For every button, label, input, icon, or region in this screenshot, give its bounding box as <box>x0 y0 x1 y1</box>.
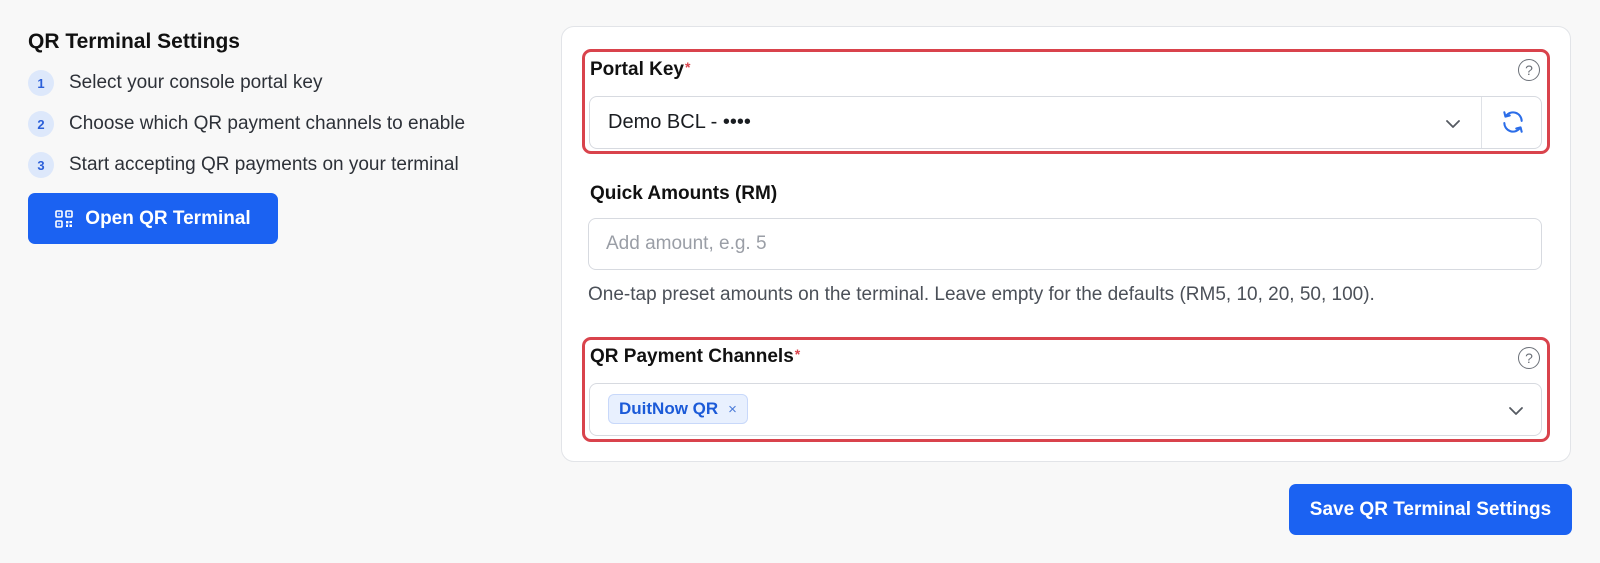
open-qr-terminal-label: Open QR Terminal <box>85 207 251 229</box>
channels-label: QR Payment Channels* <box>590 346 801 367</box>
select-divider <box>1481 97 1482 148</box>
chevron-down-icon <box>1508 403 1524 424</box>
qr-code-icon <box>55 209 74 228</box>
required-marker: * <box>794 346 801 362</box>
step-number-badge: 3 <box>28 152 54 178</box>
refresh-icon[interactable] <box>1500 109 1526 140</box>
step-number-badge: 1 <box>28 70 54 96</box>
step-text: Start accepting QR payments on your term… <box>69 154 459 175</box>
open-qr-terminal-button[interactable]: Open QR Terminal <box>28 193 278 244</box>
portal-key-label: Portal Key* <box>590 59 691 80</box>
page-title: QR Terminal Settings <box>28 30 240 53</box>
quick-amounts-input[interactable] <box>588 218 1542 270</box>
chevron-down-icon <box>1445 116 1461 137</box>
step-item: 1 Select your console portal key <box>28 70 528 96</box>
intro-panel: QR Terminal Settings 1 Select your conso… <box>28 30 528 244</box>
help-icon[interactable]: ? <box>1518 347 1540 369</box>
quick-amounts-label: Quick Amounts (RM) <box>590 183 778 204</box>
portal-key-value: Demo BCL - •••• <box>608 111 751 133</box>
channel-tag-label: DuitNow QR <box>619 399 719 418</box>
step-text: Choose which QR payment channels to enab… <box>69 113 466 134</box>
quick-amounts-hint: One-tap preset amounts on the terminal. … <box>588 284 1375 305</box>
help-icon[interactable]: ? <box>1518 59 1540 81</box>
step-item: 3 Start accepting QR payments on your te… <box>28 152 528 178</box>
step-text: Select your console portal key <box>69 72 323 93</box>
channel-tag: DuitNow QR × <box>608 394 748 424</box>
remove-tag-icon[interactable]: × <box>728 401 737 418</box>
portal-key-select[interactable]: Demo BCL - •••• <box>589 96 1542 149</box>
required-marker: * <box>684 59 691 75</box>
step-number-badge: 2 <box>28 111 54 137</box>
channels-multiselect[interactable]: DuitNow QR × <box>589 383 1542 436</box>
step-item: 2 Choose which QR payment channels to en… <box>28 111 528 137</box>
save-settings-button[interactable]: Save QR Terminal Settings <box>1289 484 1572 535</box>
